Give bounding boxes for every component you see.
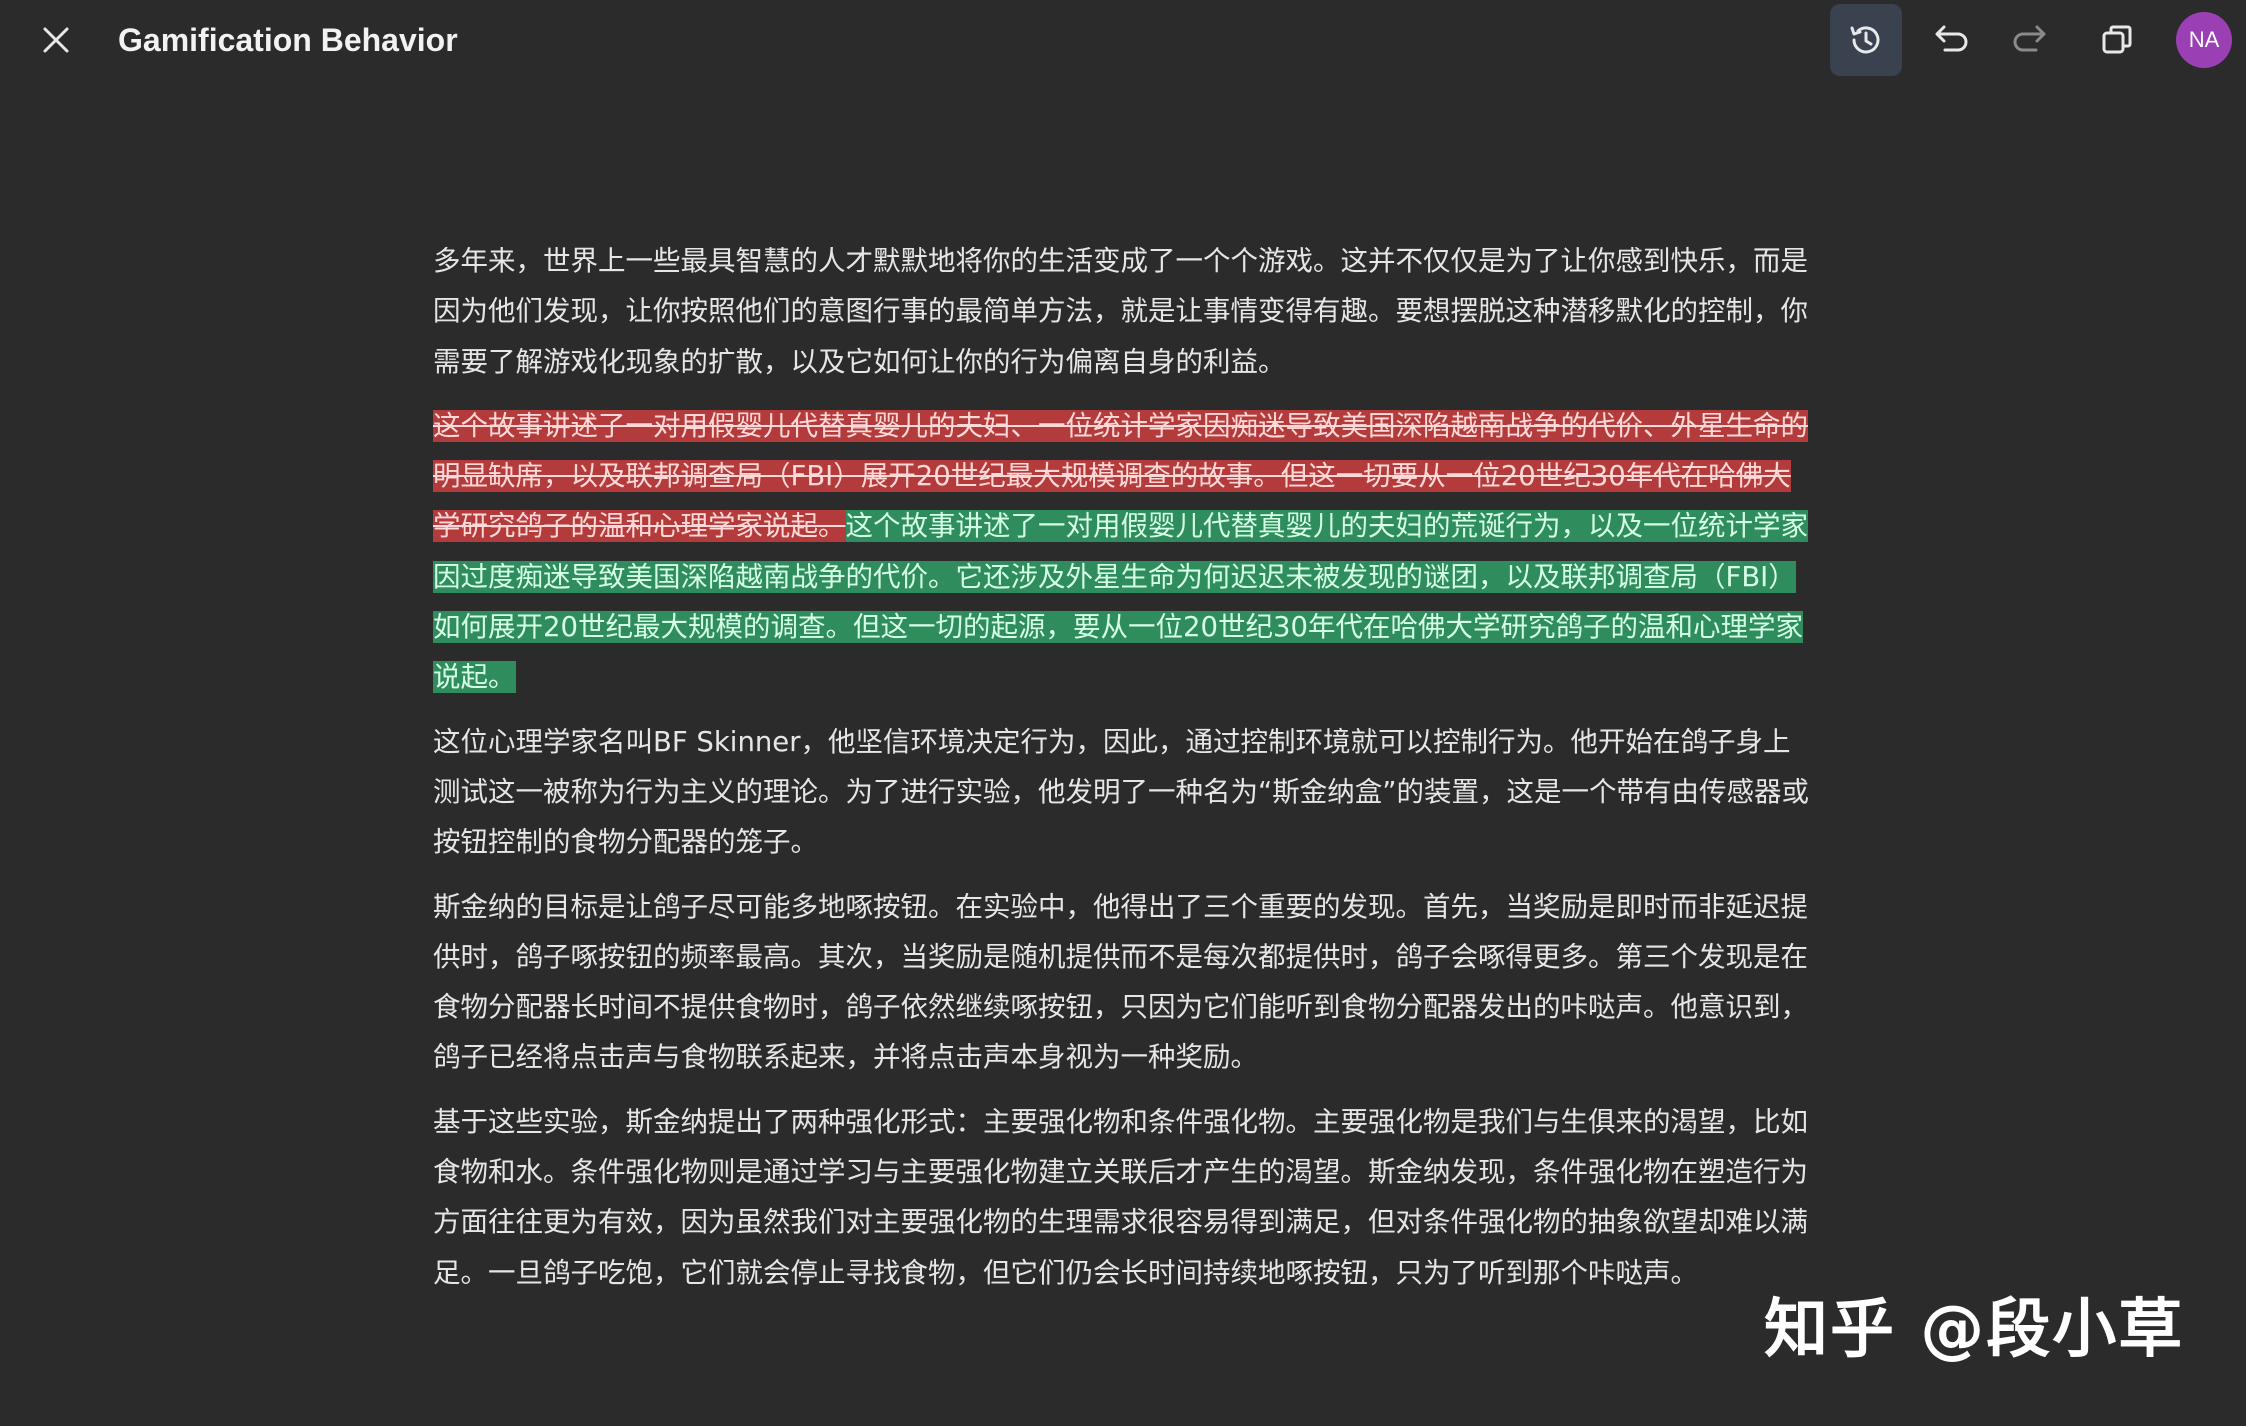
top-bar: Gamification Behavior NA — [0, 0, 2246, 80]
close-button[interactable] — [36, 20, 76, 60]
redo-button[interactable] — [1996, 4, 2068, 76]
document-body: 多年来，世界上一些最具智慧的人才默默地将你的生活变成了一个个游戏。这并不仅仅是为… — [433, 236, 1817, 1312]
document-title: Gamification Behavior — [118, 22, 458, 58]
paragraph-2-revision: 这个故事讲述了一对用假婴儿代替真婴儿的夫妇、一位统计学家因痴迷导致美国深陷越南战… — [433, 401, 1817, 703]
user-avatar[interactable]: NA — [2176, 12, 2232, 68]
paragraph-3: 这位心理学家名叫BF Skinner，他坚信环境决定行为，因此，通过控制环境就可… — [433, 725, 1809, 859]
version-history-button[interactable] — [1830, 4, 1902, 76]
paragraph-5: 基于这些实验，斯金纳提出了两种强化形式：主要强化物和条件强化物。主要强化物是我们… — [433, 1105, 1808, 1289]
watermark: 知乎 @段小草 — [1764, 1293, 2185, 1367]
undo-button[interactable] — [1913, 4, 1985, 76]
paragraph-1: 多年来，世界上一些最具智慧的人才默默地将你的生活变成了一个个游戏。这并不仅仅是为… — [433, 245, 1808, 378]
paragraph-4: 斯金纳的目标是让鸽子尽可能多地啄按钮。在实验中，他得出了三个重要的发现。首先，当… — [433, 890, 1808, 1074]
undo-icon — [1935, 25, 1968, 52]
redo-icon — [2013, 25, 2046, 52]
history-icon — [1850, 26, 1880, 54]
copy-icon — [2102, 25, 2132, 54]
copy-button[interactable] — [2081, 4, 2153, 76]
close-icon — [43, 27, 69, 53]
